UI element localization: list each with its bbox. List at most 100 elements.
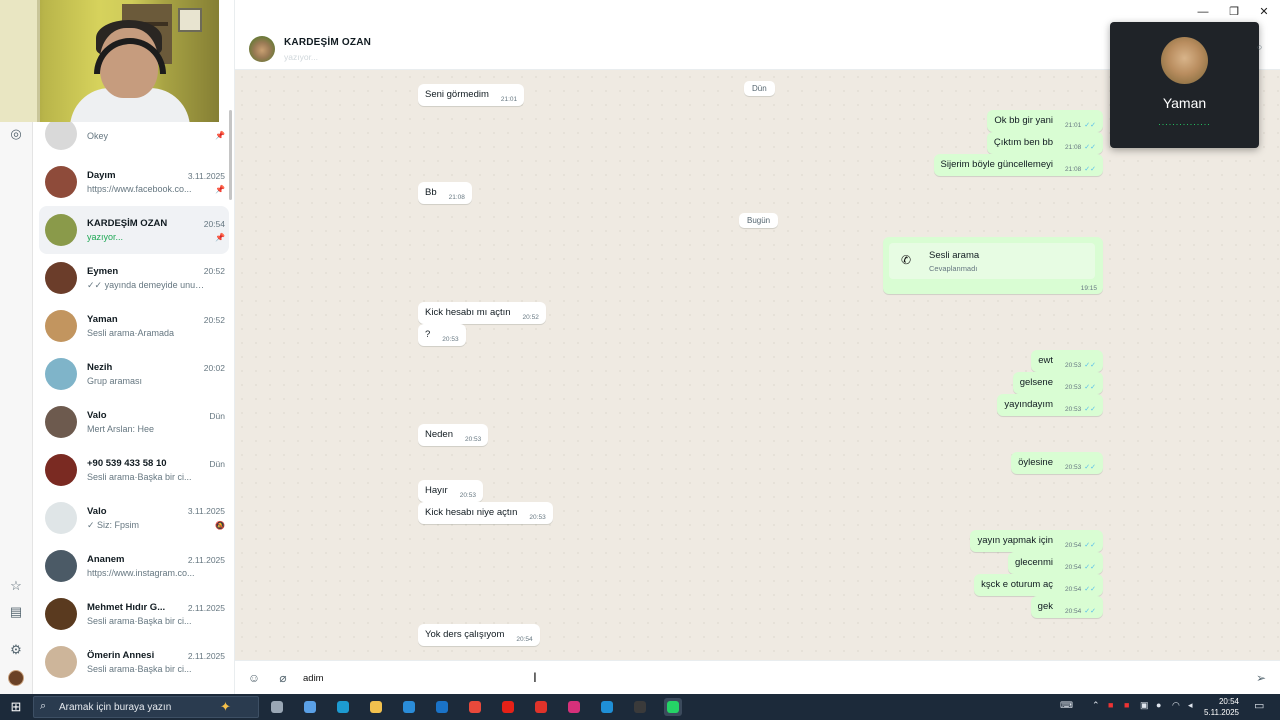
file-explorer-icon[interactable] [367,698,385,716]
incoming-message[interactable]: Bb 21:08 [418,182,472,204]
phone-missed-icon: ✆ [901,253,912,267]
message-timestamp: 20:53 [1064,464,1082,471]
taskbar-search[interactable]: ⌕ Aramak için buraya yazın ✦ [33,696,259,718]
missed-call-message[interactable]: ✆ Sesli arama Cevaplanmadı 19:15 [883,237,1103,294]
outlook-icon[interactable] [433,698,451,716]
status-icon[interactable]: ◎ [6,124,26,144]
close-button[interactable]: ✕ [1256,4,1272,20]
chat-time: 20:54 [203,218,225,229]
message-time: 20:54 ✓✓ [1065,563,1096,571]
tray-clock[interactable]: 20:54 5.11.2025 [1203,696,1239,718]
edge-icon[interactable] [334,698,352,716]
incoming-message[interactable]: ? 20:53 [418,324,466,346]
profile-avatar[interactable] [8,670,24,686]
chat-list-item[interactable]: Ömerin Annesi 2.11.2025 Sesli arama·Başka … [39,638,229,686]
chat-item-body: Yaman 20:52 Sesli arama·Aramada [87,314,229,338]
chat-list-item[interactable]: Ananem 2.11.2025 https://www.instagram.co.… [39,542,229,590]
outgoing-message[interactable]: Sijerim böyle güncellemeyi 21:08 ✓✓ [933,154,1103,176]
starred-icon[interactable]: ☆ [6,576,26,596]
message-timestamp: 20:54 [1064,586,1082,593]
task-view-icon[interactable] [268,698,286,716]
read-receipt-icon: ✓✓ [1084,122,1096,129]
message-input[interactable] [303,670,1183,686]
incoming-message[interactable]: Yok ders çalışıyom 20:54 [418,624,540,646]
chat-list-item[interactable]: Mehmet Hıdır G... 2.11.2025 Sesli arama·Ba… [39,590,229,638]
attach-icon[interactable]: ⌀ [275,670,291,686]
youtube-icon[interactable] [499,698,517,716]
chat-list-item[interactable]: Valo Dün Mert Arslan: Hee [39,398,229,446]
contact-status: yazıyor... [284,52,319,62]
message-text: Neden [425,429,453,440]
outgoing-message[interactable]: öylesine 20:53 ✓✓ [1011,452,1103,474]
keyboard-icon[interactable]: ⌨ [1060,700,1073,711]
outgoing-message[interactable]: yayın yapmak için 20:54 ✓✓ [970,530,1103,552]
chat-list-item[interactable]: Eymen 20:52 ✓✓ yayında demeyide unut... [39,254,229,302]
microphone-icon[interactable]: ● [1156,700,1161,710]
chat-list-item[interactable]: KARDEŞİM OZAN 20:54 yazıyor... 📌 [39,206,229,254]
chat-avatar [45,406,77,438]
chat-name: Valo [87,410,107,421]
voice-call-window[interactable]: Yaman ............... [1110,22,1259,148]
incoming-message[interactable]: Seni görmedim 21:01 [418,84,525,106]
chat-time: Dün [209,458,225,469]
chat-time: 3.11.2025 [187,506,225,516]
incoming-message[interactable]: Neden 20:53 [418,424,489,446]
taskbar: ⊞ ⌕ Aramak için buraya yazın ✦ ⌨ ⌃ ■ ■ ▣… [0,694,1280,720]
tray-app-icon[interactable]: ■ [1108,700,1113,710]
outgoing-message[interactable]: gelsene 20:53 ✓✓ [1012,372,1103,394]
chat-list-item[interactable]: Valo 3.11.2025 ✓ Siz: Fpsim 🔕 [39,494,229,542]
message-text: Ok bb gir yani [994,115,1053,126]
tray-app-icon[interactable]: ■ [1124,700,1129,710]
send-icon[interactable]: ➢ [1253,670,1269,686]
outgoing-message[interactable]: Ok bb gir yani 21:01 ✓✓ [987,110,1103,132]
instagram-icon[interactable] [565,698,583,716]
outgoing-message[interactable]: glecenmi 20:54 ✓✓ [1007,552,1103,574]
message-text: Seni görmedim [425,89,489,100]
settings-icon[interactable]: ⚙ [6,640,26,660]
chat-list-item[interactable]: +90 539 433 58 10 Dün Sesli arama·Başka bi… [39,446,229,494]
outgoing-message[interactable]: gek 20:54 ✓✓ [1030,596,1103,618]
chat-name: Nezih [87,362,113,373]
chat-name: Yaman [87,314,118,325]
outgoing-message[interactable]: ewt 20:53 ✓✓ [1031,350,1103,372]
outgoing-message[interactable]: Çıktım ben bb 21:08 ✓✓ [986,132,1103,154]
read-receipt-icon: ✓✓ [1084,384,1096,391]
webcam-overlay [0,0,219,122]
message-timestamp: 20:53 [465,436,482,443]
message-text: Kick hesabı mı açtın [425,307,511,318]
archive-icon[interactable]: ▤ [6,602,26,622]
notification-icon[interactable]: ▭ [1254,699,1264,712]
whatsapp-icon[interactable] [664,698,682,716]
contact-avatar[interactable] [249,36,275,62]
incoming-message[interactable]: Kick hesabı mı açtın 20:52 [418,302,546,324]
outgoing-message[interactable]: kşck e oturum aç 20:54 ✓✓ [974,574,1103,596]
outgoing-message[interactable]: yayındayım 20:53 ✓✓ [997,394,1103,416]
incoming-message[interactable]: Hayır 20:53 [418,480,483,502]
adobe-icon[interactable] [532,698,550,716]
chat-list-scrollbar[interactable] [229,110,232,200]
chat-name: Valo [87,505,107,517]
minimize-button[interactable]: — [1195,4,1211,20]
obs-icon[interactable] [631,698,649,716]
chat-list-item[interactable]: Yaman 20:52 Sesli arama·Aramada [39,302,229,350]
chat-list-item[interactable]: Nezih 20:02 Grup araması [39,350,229,398]
search-icon[interactable]: ○ [1257,42,1262,52]
message-time: 20:53 ✓✓ [1065,383,1096,391]
tray-overflow-icon[interactable]: ⌃ [1092,700,1100,711]
volume-icon[interactable]: ◂ [1188,700,1193,711]
emoji-icon[interactable]: ☺ [246,670,262,686]
chat-item-body: Eymen 20:52 ✓✓ yayında demeyide unut... [87,266,229,291]
maximize-button[interactable]: ❐ [1226,4,1242,20]
tray-app-icon[interactable]: ▣ [1140,700,1149,711]
azure-icon[interactable] [598,698,616,716]
incoming-message[interactable]: Kick hesabı niye açtın 20:53 [418,502,553,524]
chat-item-body: Valo 3.11.2025 ✓ Siz: Fpsim 🔕 [87,506,229,531]
chat-list-item[interactable]: Dayım 3.11.2025 https://www.facebook.co...… [39,158,229,206]
windows-start-icon[interactable]: ⊞ [8,699,24,715]
copilot-icon[interactable] [301,698,319,716]
microsoft-store-icon[interactable] [400,698,418,716]
clock-date: 5.11.2025 [1204,708,1239,717]
wifi-icon[interactable]: ◠ [1172,700,1180,711]
chat-list-item[interactable]: Babam31.10.2025 [39,686,229,694]
chrome-icon[interactable] [466,698,484,716]
